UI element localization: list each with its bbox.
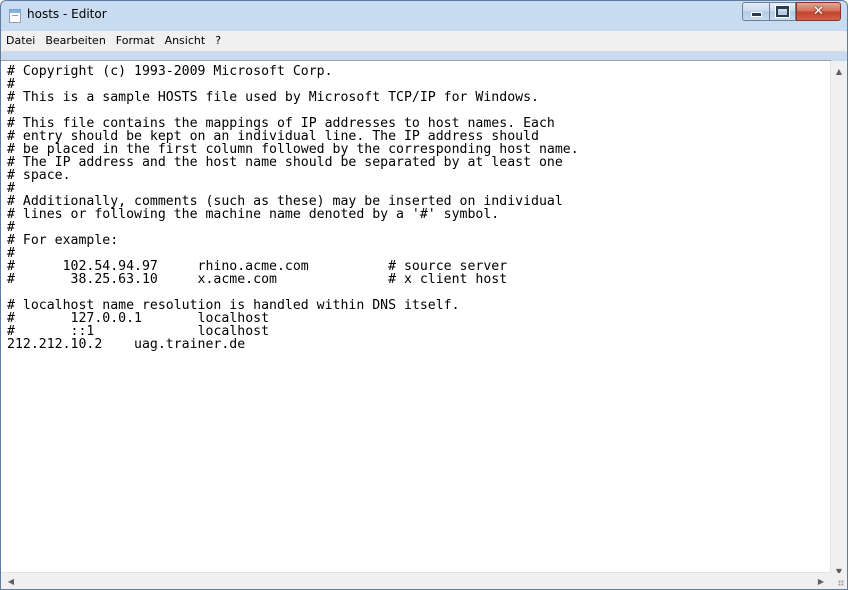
menu-format[interactable]: Format — [112, 32, 159, 50]
menu-bar: Datei Bearbeiten Format Ansicht ? — [1, 31, 847, 52]
menu-datei[interactable]: Datei — [2, 32, 39, 50]
close-button[interactable]: ✕ — [796, 2, 841, 21]
menu-help[interactable]: ? — [211, 32, 225, 50]
minimize-button[interactable] — [742, 2, 769, 21]
window-title: hosts - Editor — [27, 7, 107, 21]
maximize-button[interactable] — [769, 2, 796, 21]
window-controls: ✕ — [742, 2, 841, 22]
minimize-icon — [750, 12, 762, 17]
scroll-right-icon[interactable]: ▶ — [813, 573, 829, 589]
menu-bearbeiten[interactable]: Bearbeiten — [41, 32, 109, 50]
vertical-scrollbar[interactable]: ▲ ▼ — [830, 61, 847, 581]
resize-grip-icon[interactable] — [831, 573, 847, 589]
menu-ansicht[interactable]: Ansicht — [161, 32, 210, 50]
horizontal-scrollbar[interactable]: ◀ ▶ — [1, 572, 831, 589]
maximize-icon — [776, 6, 789, 17]
scroll-left-icon[interactable]: ◀ — [3, 573, 19, 589]
title-bar[interactable]: hosts - Editor ✕ — [1, 1, 847, 31]
scroll-up-icon[interactable]: ▲ — [831, 63, 847, 79]
text-editor-area[interactable]: # Copyright (c) 1993-2009 Microsoft Corp… — [1, 60, 831, 582]
editor-text[interactable]: # Copyright (c) 1993-2009 Microsoft Corp… — [7, 65, 831, 582]
close-icon: ✕ — [813, 4, 824, 19]
notepad-icon — [9, 9, 21, 23]
